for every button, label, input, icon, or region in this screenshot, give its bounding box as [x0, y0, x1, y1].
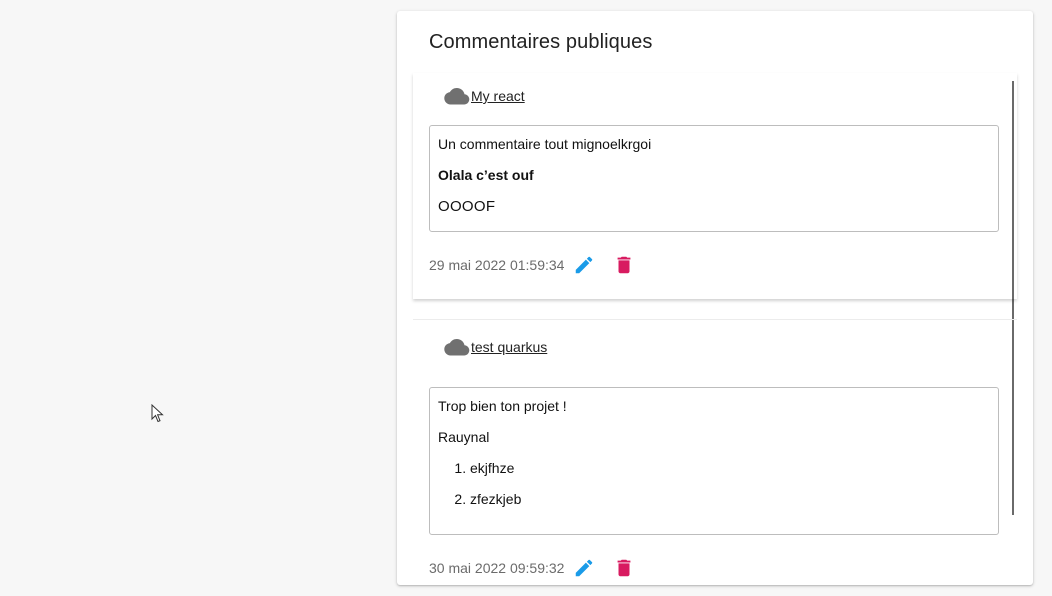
- project-row: test quarkus: [444, 338, 547, 356]
- delete-button[interactable]: [612, 253, 636, 277]
- comment-footer: 29 mai 2022 01:59:34: [429, 253, 636, 277]
- comment-date: 29 mai 2022 01:59:34: [429, 257, 565, 273]
- list-item: ekjfhze: [470, 460, 990, 477]
- comment-text-line: Trop bien ton projet !: [438, 398, 567, 414]
- cloud-icon: [444, 339, 470, 356]
- project-link[interactable]: My react: [471, 88, 525, 104]
- comment-text-line: Rauynal: [438, 429, 490, 445]
- trash-icon: [618, 256, 631, 274]
- comment-ordered-list: ekjfhze zfezkjeb: [438, 460, 990, 508]
- trash-icon: [618, 559, 631, 577]
- comment-text-bold: Olala c’est ouf: [438, 167, 534, 183]
- project-link[interactable]: test quarkus: [471, 339, 547, 355]
- list-item: zfezkjeb: [470, 491, 990, 508]
- public-comments-panel: Commentaires publiques My react Un comme…: [397, 11, 1033, 585]
- delete-button[interactable]: [612, 556, 636, 580]
- mouse-cursor-icon: [151, 404, 164, 423]
- cloud-icon: [444, 88, 470, 105]
- project-row: My react: [444, 87, 525, 105]
- panel-title: Commentaires publiques: [429, 31, 653, 53]
- comment-content: Trop bien ton projet ! Rauynal ekjfhze z…: [429, 387, 999, 535]
- comment-footer: 30 mai 2022 09:59:32: [429, 556, 636, 580]
- pencil-icon: [576, 559, 593, 577]
- comment-content: Un commentaire tout mignoelkrgoi Olala c…: [429, 125, 999, 232]
- comment-card: My react Un commentaire tout mignoelkrgo…: [413, 73, 1017, 299]
- comment-date: 30 mai 2022 09:59:32: [429, 560, 565, 576]
- comment-text-heading: OOOOF: [438, 198, 496, 215]
- comment-card: test quarkus Trop bien ton projet ! Rauy…: [413, 319, 1017, 580]
- comment-text-line: Un commentaire tout mignoelkrgoi: [438, 136, 652, 152]
- edit-button[interactable]: [572, 556, 596, 580]
- edit-button[interactable]: [572, 253, 596, 277]
- pencil-icon: [576, 256, 593, 274]
